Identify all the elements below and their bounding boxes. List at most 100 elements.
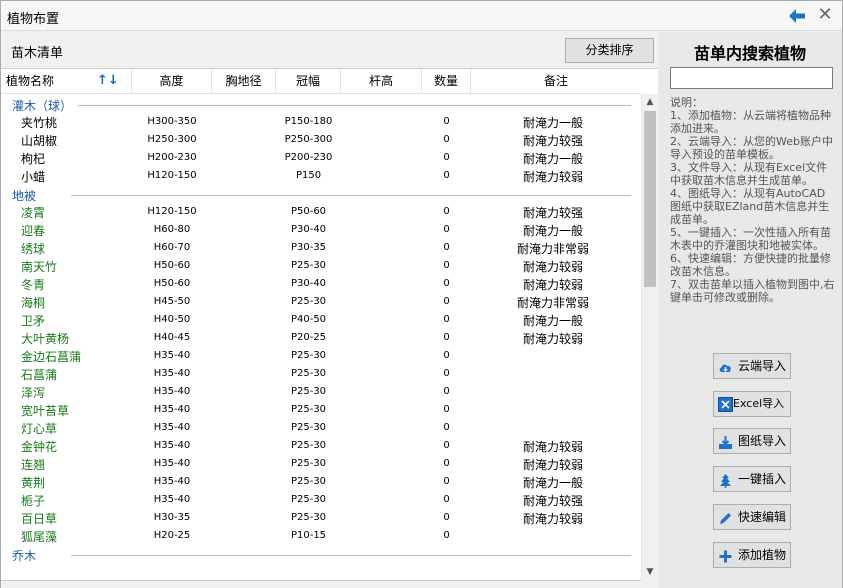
table-row[interactable]: 百日草 H30-35 P25-30 0 耐淹力较弱	[1, 509, 641, 527]
cloud-icon	[718, 359, 733, 374]
crown-cell: P150-180	[284, 116, 333, 127]
table-row[interactable]: 宽叶苔草 H35-40 P25-30 0	[1, 401, 641, 419]
crown-cell: P10-15	[290, 530, 327, 541]
note-cell: 耐淹力一般	[522, 476, 583, 490]
plant-name-cell: 绣球	[21, 242, 46, 256]
cloud-import-button[interactable]: 云端导入	[713, 353, 791, 379]
table-row[interactable]: 山胡椒 H250-300 P250-300 0 耐淹力较强	[1, 131, 641, 149]
tree-icon	[718, 472, 733, 488]
table-row[interactable]: 枸杞 H200-230 P200-230 0 耐淹力一般	[1, 149, 641, 167]
quantity-cell: 0	[443, 440, 450, 451]
note-cell: 耐淹力较弱	[522, 170, 583, 184]
plant-list-panel: 苗木清单 分类排序 植物名称 ↑↓ 高度 胸地径 冠幅 杆高 数量 备注 灌木（…	[1, 32, 658, 588]
column-header-note[interactable]: 备注	[471, 69, 641, 94]
note-cell: 耐淹力非常弱	[516, 242, 589, 256]
note-cell: 耐淹力较弱	[522, 278, 583, 292]
plant-name-cell: 金钟花	[21, 440, 58, 454]
vertical-scrollbar[interactable]: ▲ ▼	[641, 94, 658, 581]
plant-name-cell: 泽泻	[21, 386, 46, 400]
table-row[interactable]: 金边石菖蒲 H35-40 P25-30 0	[1, 347, 641, 365]
column-header-height[interactable]: 高度	[132, 69, 212, 94]
note-cell: 耐淹力非常弱	[516, 296, 589, 310]
table-row[interactable]: 石菖蒲 H35-40 P25-30 0	[1, 365, 641, 383]
table-row[interactable]: 夹竹桃 H300-350 P150-180 0 耐淹力一般	[1, 113, 641, 131]
plant-search-input[interactable]	[670, 67, 833, 89]
quantity-cell: 0	[443, 386, 450, 397]
table-row[interactable]: 金钟花 H35-40 P25-30 0 耐淹力较弱	[1, 437, 641, 455]
plant-name-cell: 宽叶苔草	[21, 404, 70, 418]
table-row[interactable]: 迎春 H60-80 P30-40 0 耐淹力一般	[1, 221, 641, 239]
group-header[interactable]: 乔木	[1, 545, 641, 564]
plant-name-cell: 灯心草	[21, 422, 58, 436]
help-line: 2、云端导入：从您的Web账户中导入预设的苗单模板。	[670, 135, 833, 161]
table-row[interactable]: 狐尾藻 H20-25 P10-15 0	[1, 527, 641, 545]
drawing-import-button[interactable]: 图纸导入	[713, 428, 791, 454]
table-row[interactable]: 泽泻 H35-40 P25-30 0	[1, 383, 641, 401]
table-row[interactable]: 栀子 H35-40 P25-30 0 耐淹力较强	[1, 491, 641, 509]
quantity-cell: 0	[443, 134, 450, 145]
back-arrow-icon[interactable]	[786, 5, 808, 27]
quick-edit-button[interactable]: 快速编辑	[713, 504, 791, 530]
table-row[interactable]: 卫矛 H40-50 P40-50 0 耐淹力一般	[1, 311, 641, 329]
note-cell: 耐淹力一般	[522, 224, 583, 238]
column-header-diameter[interactable]: 胸地径	[212, 69, 276, 94]
crown-cell: P25-30	[290, 494, 327, 505]
table-row[interactable]: 海桐 H45-50 P25-30 0 耐淹力非常弱	[1, 293, 641, 311]
table-row[interactable]: 冬青 H50-60 P30-40 0 耐淹力较弱	[1, 275, 641, 293]
crown-cell: P200-230	[284, 152, 333, 163]
table-row[interactable]: 绣球 H60-70 P30-35 0 耐淹力非常弱	[1, 239, 641, 257]
category-sort-button[interactable]: 分类排序	[565, 38, 654, 63]
quantity-cell: 0	[443, 368, 450, 379]
scroll-up-icon[interactable]: ▲	[642, 94, 658, 111]
scrollbar-thumb[interactable]	[644, 111, 656, 287]
table-row[interactable]: 灯心草 H35-40 P25-30 0	[1, 419, 641, 437]
sort-arrows-icon[interactable]: ↑↓	[97, 69, 119, 93]
group-header[interactable]: 地被	[1, 185, 641, 204]
crown-cell: P250-300	[284, 134, 333, 145]
search-panel-title: 苗单内搜索植物	[693, 44, 806, 63]
scroll-down-icon[interactable]: ▼	[642, 564, 658, 581]
plant-name-cell: 夹竹桃	[21, 116, 58, 130]
excel-import-button[interactable]: Excel导入	[713, 391, 791, 417]
column-header-quantity[interactable]: 数量	[422, 69, 471, 94]
add-plant-button[interactable]: 添加植物	[713, 542, 791, 568]
quantity-cell: 0	[443, 152, 450, 163]
note-cell: 耐淹力较强	[522, 134, 583, 148]
plant-name-cell: 卫矛	[21, 314, 46, 328]
cloud-import-label: 云端导入	[738, 359, 787, 373]
pencil-icon	[718, 510, 733, 525]
plant-name-cell: 石菖蒲	[21, 368, 58, 382]
table-row[interactable]: 大叶黄杨 H40-45 P20-25 0 耐淹力较弱	[1, 329, 641, 347]
crown-cell: P25-30	[290, 368, 327, 379]
excel-import-label: Excel导入	[733, 397, 785, 410]
table-row[interactable]: 黄荆 H35-40 P25-30 0 耐淹力一般	[1, 473, 641, 491]
height-cell: H45-50	[153, 296, 191, 307]
table-body: 灌木（球） 夹竹桃 H300-350 P150-180 0 耐淹力一般 山胡椒 H250-30…	[1, 95, 641, 581]
crown-cell: P25-30	[290, 386, 327, 397]
table-row[interactable]: 凌霄 H120-150 P50-60 0 耐淹力较强	[1, 203, 641, 221]
table-row[interactable]: 南天竹 H50-60 P25-30 0 耐淹力较弱	[1, 257, 641, 275]
close-icon[interactable]: ✕	[815, 5, 835, 25]
column-header-stem-height[interactable]: 杆高	[341, 69, 422, 94]
table-row[interactable]: 连翘 H35-40 P25-30 0 耐淹力较弱	[1, 455, 641, 473]
height-cell: H300-350	[147, 116, 197, 127]
note-cell: 耐淹力一般	[522, 152, 583, 166]
help-line: 5、一键插入：一次性插入所有苗木表中的乔灌图块和地被实体。	[670, 226, 831, 252]
download-icon	[718, 434, 733, 449]
help-line: 7、双击苗单以插入植物到图中,右键单击可修改或删除。	[670, 278, 835, 304]
quantity-cell: 0	[443, 422, 450, 433]
table-row[interactable]: 小蜡 H120-150 P150 0 耐淹力较弱	[1, 167, 641, 185]
height-cell: H40-50	[153, 314, 191, 325]
crown-cell: P25-30	[290, 512, 327, 523]
note-cell: 耐淹力较弱	[522, 458, 583, 472]
column-header-name[interactable]: 植物名称 ↑↓	[1, 69, 132, 94]
column-header-crown[interactable]: 冠幅	[276, 69, 341, 94]
plant-name-cell: 凌霄	[21, 206, 46, 220]
group-header[interactable]: 灌木（球）	[1, 95, 641, 114]
crown-cell: P30-35	[290, 242, 327, 253]
quantity-cell: 0	[443, 116, 450, 127]
height-cell: H50-60	[153, 278, 191, 289]
one-click-insert-button[interactable]: 一键插入	[713, 466, 791, 492]
group-divider	[71, 195, 631, 196]
crown-cell: P25-30	[290, 404, 327, 415]
